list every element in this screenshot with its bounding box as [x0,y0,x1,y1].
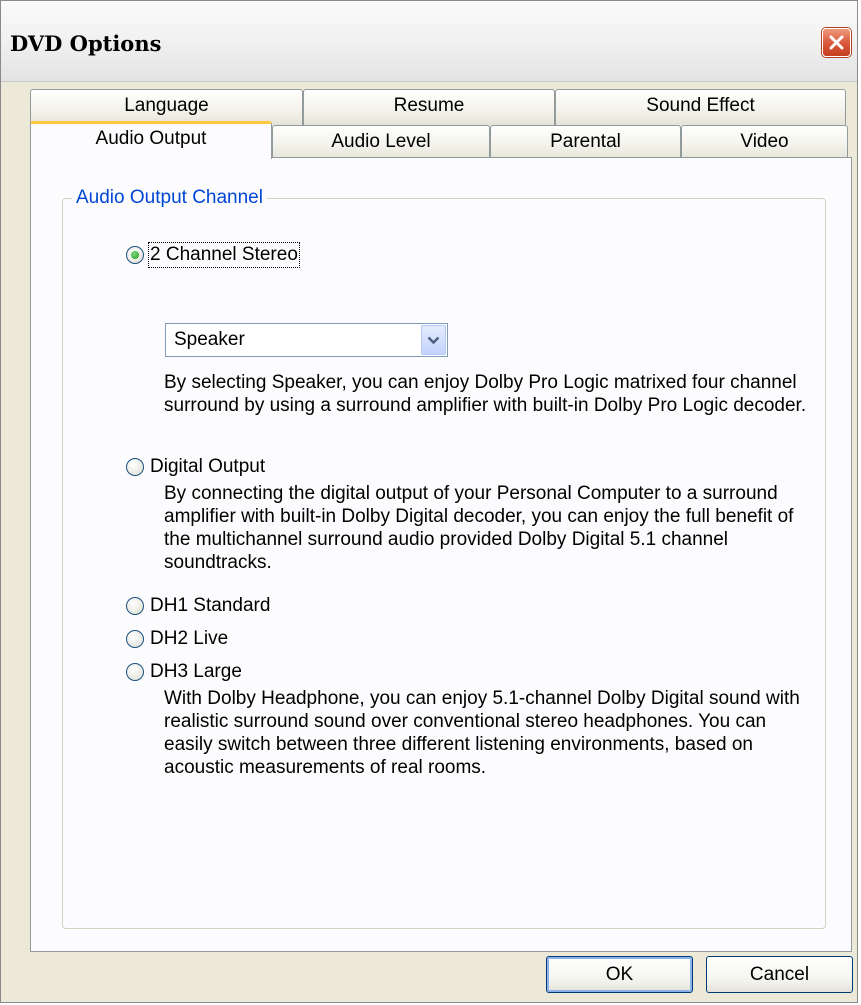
stereo-description: By selecting Speaker, you can enjoy Dolb… [164,372,807,416]
radio-label: Digital Output [150,456,266,477]
tab-parental-label: Parental [550,131,621,152]
cancel-button[interactable]: Cancel [706,956,853,993]
tab-resume[interactable]: Resume [303,89,555,125]
radio-dh2-live[interactable]: DH2 Live [126,628,228,650]
headphone-description: With Dolby Headphone, you can enjoy 5.1-… [164,688,800,778]
dropdown-button[interactable] [421,325,446,355]
dvd-options-dialog: DVD Options Language Resume Sound Effect… [0,0,858,1003]
chevron-down-icon [427,336,440,345]
group-title: Audio Output Channel [72,186,267,210]
ok-button-label: OK [605,964,634,985]
cancel-button-label: Cancel [749,964,810,985]
radio-selected-dot [131,251,139,259]
tab-audio-output-label: Audio Output [95,128,207,149]
radio-label: DH1 Standard [150,595,271,616]
digital-description: By connecting the digital output of your… [164,483,794,573]
tab-audio-output[interactable]: Audio Output [30,121,272,159]
radio-button[interactable] [126,597,144,615]
tab-resume-label: Resume [393,95,465,116]
tab-audio-level-label: Audio Level [331,131,431,152]
radio-button[interactable] [126,630,144,648]
title-bar[interactable]: DVD Options [1,1,857,82]
ok-button[interactable]: OK [546,956,693,993]
radio-button[interactable] [126,246,144,264]
tab-audio-level[interactable]: Audio Level [272,125,490,159]
close-button[interactable] [822,28,851,57]
radio-digital-output[interactable]: Digital Output [126,456,265,478]
tab-parental[interactable]: Parental [490,125,681,159]
tab-sound-effect[interactable]: Sound Effect [555,89,846,125]
radio-dh3-large[interactable]: DH3 Large [126,661,242,683]
audio-output-channel-group: Audio Output Channel 2 Channel Stereo Sp… [62,186,826,929]
close-icon [829,35,844,50]
tab-language[interactable]: Language [30,89,303,125]
tab-video[interactable]: Video [681,125,848,159]
radio-label: 2 Channel Stereo [148,242,300,268]
radio-label: DH3 Large [150,661,242,682]
tab-sound-effect-label: Sound Effect [646,95,755,116]
speaker-select-value: Speaker [174,329,245,350]
speaker-select[interactable]: Speaker [165,323,448,357]
audio-output-panel: Audio Output Channel 2 Channel Stereo Sp… [30,157,852,952]
radio-label: DH2 Live [150,628,229,649]
radio-dh1-standard[interactable]: DH1 Standard [126,595,270,617]
radio-button[interactable] [126,458,144,476]
radio-2-channel-stereo[interactable]: 2 Channel Stereo [126,242,300,268]
tab-language-label: Language [124,95,209,116]
radio-button[interactable] [126,663,144,681]
tab-video-label: Video [740,131,789,152]
window-title: DVD Options [10,31,162,56]
